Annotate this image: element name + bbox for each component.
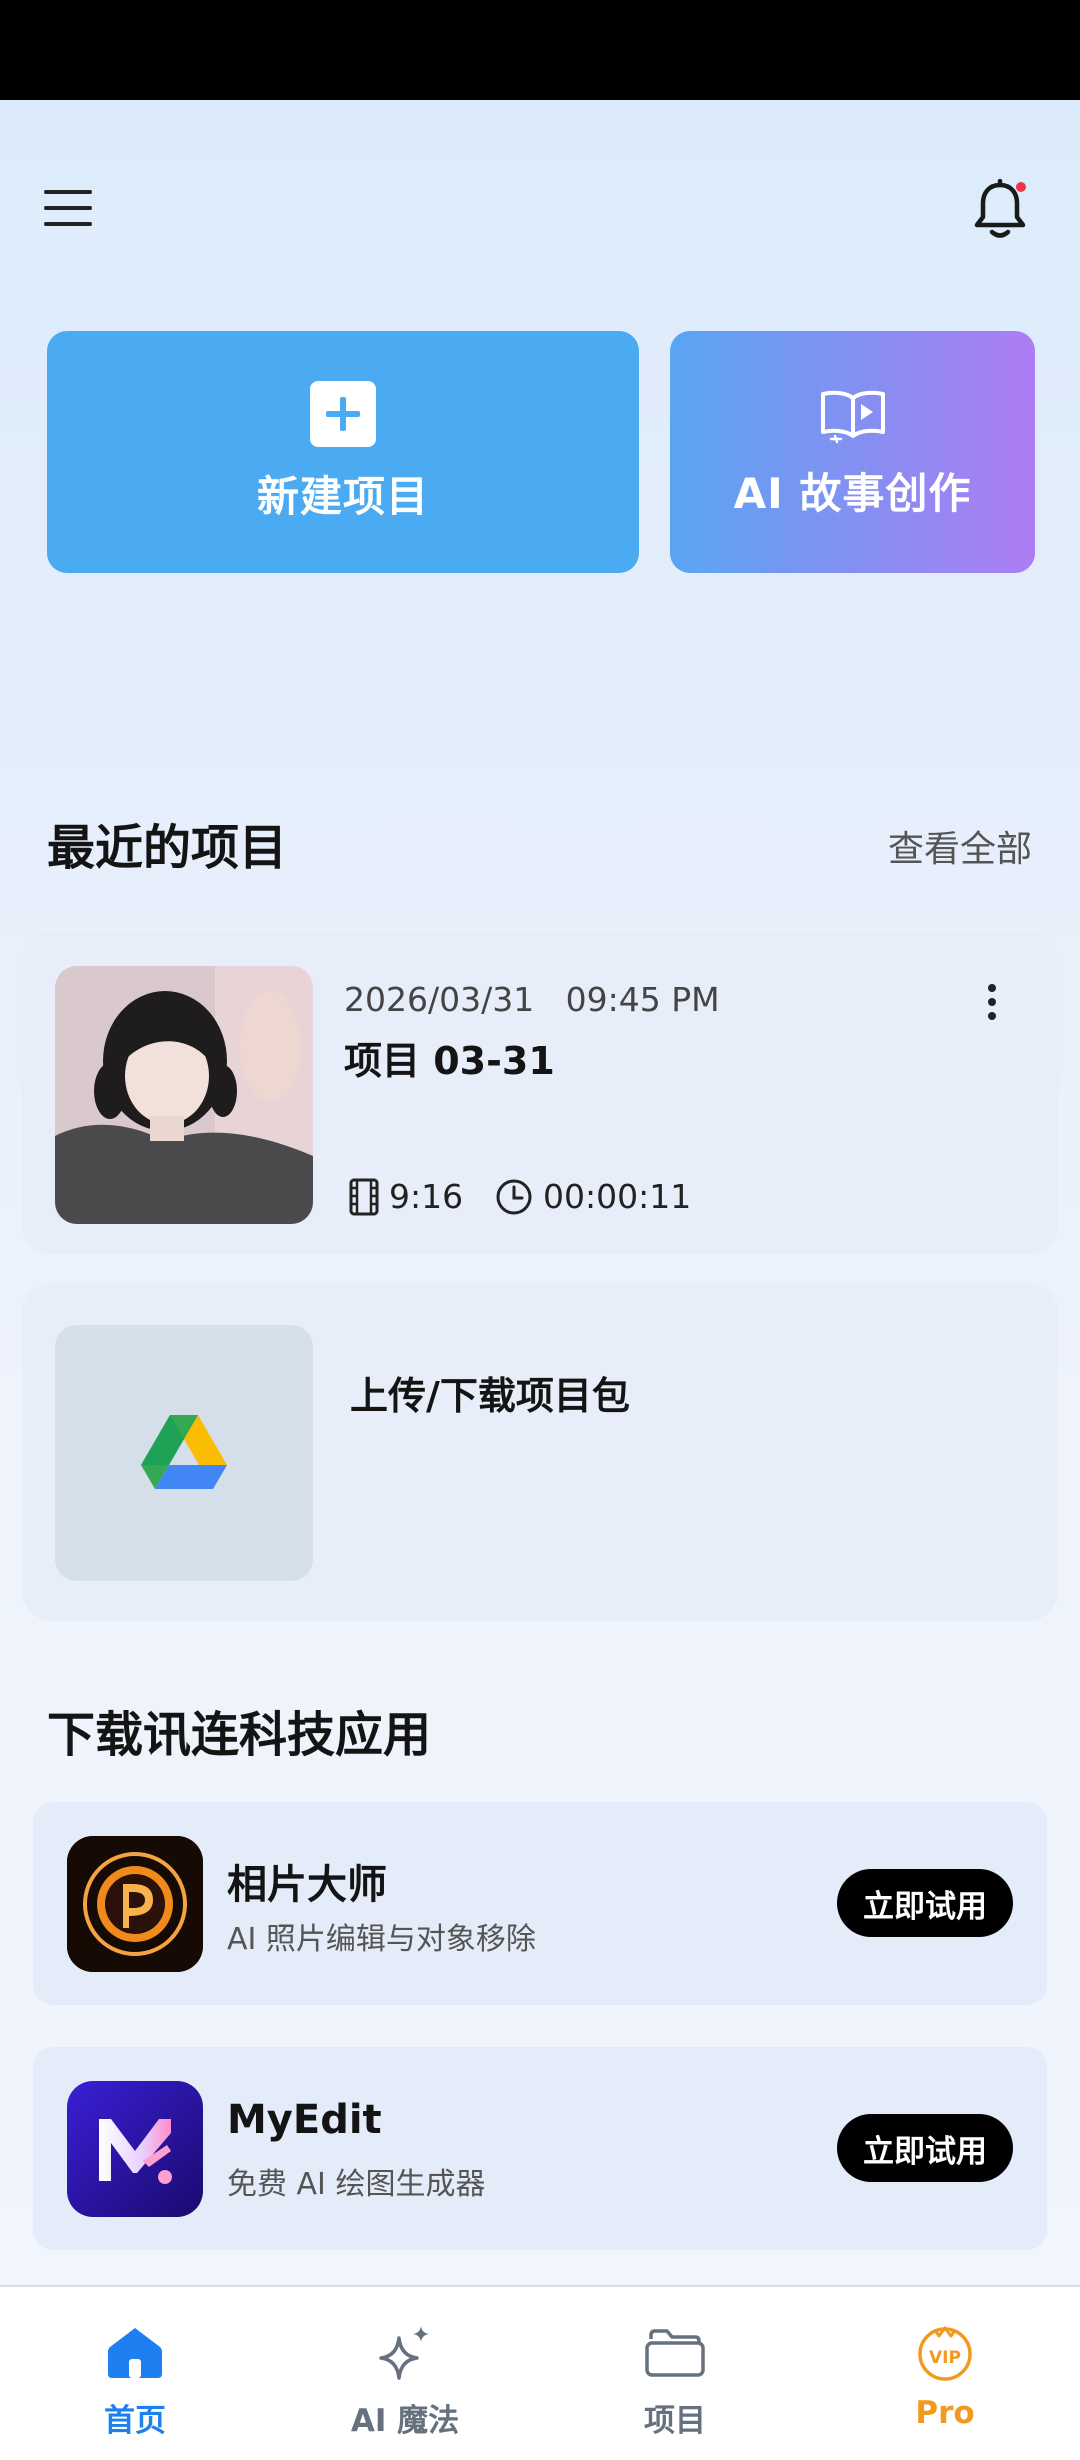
nav-projects-label: 项目 [644,2403,706,2439]
aspect-ratio: 9:16 [349,1177,463,1216]
plus-square-icon [310,380,376,447]
status-bar [0,0,1080,100]
hamburger-menu-icon [43,189,92,226]
app-name: 相片大师 [227,1862,387,1908]
app-card-photo-director[interactable]: 相片大师 AI 照片编辑与对象移除 立即试用 [33,1802,1047,2005]
aspect-ratio-value: 9:16 [389,1177,464,1216]
menu-button[interactable] [30,170,105,245]
duration: 00:00:11 [495,1177,691,1216]
ai-story-label: AI 故事创作 [733,468,972,518]
bottom-navigation: 首页 AI 魔法 项目 VIP Pro [0,2285,1080,2460]
open-book-play-icon [820,390,885,443]
app-card-myedit[interactable]: MyEdit 免费 AI 绘图生成器 立即试用 [33,2047,1047,2250]
clock-icon [496,1179,532,1214]
recent-projects-title: 最近的项目 [47,820,288,876]
more-options-icon[interactable] [972,972,1012,1032]
project-date: 2026/03/31 09:45 PM [344,980,720,1019]
new-project-label: 新建项目 [256,471,429,521]
vip-crown-icon: VIP [910,2317,980,2387]
duration-value: 00:00:11 [543,1177,692,1216]
project-thumbnail [55,966,313,1224]
google-drive-icon [55,1325,313,1581]
nav-home[interactable]: 首页 [0,2287,270,2460]
film-icon [349,1178,379,1215]
nav-ai-magic-label: AI 魔法 [350,2403,460,2439]
nav-pro-label: Pro [915,2395,975,2431]
home-icon [100,2317,170,2387]
nav-home-label: 首页 [104,2403,166,2439]
folder-icon [640,2317,710,2387]
try-now-button[interactable]: 立即试用 [837,2114,1013,2182]
app-description: 免费 AI 绘图生成器 [227,2167,486,2202]
svg-text:VIP: VIP [929,2348,961,2368]
sparkle-icon [370,2317,440,2387]
app-name: MyEdit [227,2097,382,2143]
nav-projects[interactable]: 项目 [540,2287,810,2460]
notification-dot [1016,182,1026,192]
try-now-button[interactable]: 立即试用 [837,1869,1013,1937]
project-name: 项目 03-31 [344,1039,555,1083]
upload-download-card[interactable]: 上传/下载项目包 [22,1283,1058,1621]
myedit-app-icon [67,2081,203,2217]
upload-download-label: 上传/下载项目包 [350,1374,630,1418]
new-project-button[interactable]: 新建项目 [47,331,639,573]
notifications-button[interactable] [960,170,1040,250]
nav-pro[interactable]: VIP Pro [810,2287,1080,2460]
project-card[interactable]: 2026/03/31 09:45 PM 项目 03-31 9:16 00:00:… [22,932,1058,1254]
nav-ai-magic[interactable]: AI 魔法 [270,2287,540,2460]
photo-director-app-icon [67,1836,203,1972]
view-all-link[interactable]: 查看全部 [888,820,1032,872]
ai-story-button[interactable]: AI 故事创作 [670,331,1035,573]
apps-section-title: 下载讯连科技应用 [47,1707,432,1763]
app-description: AI 照片编辑与对象移除 [227,1922,536,1957]
